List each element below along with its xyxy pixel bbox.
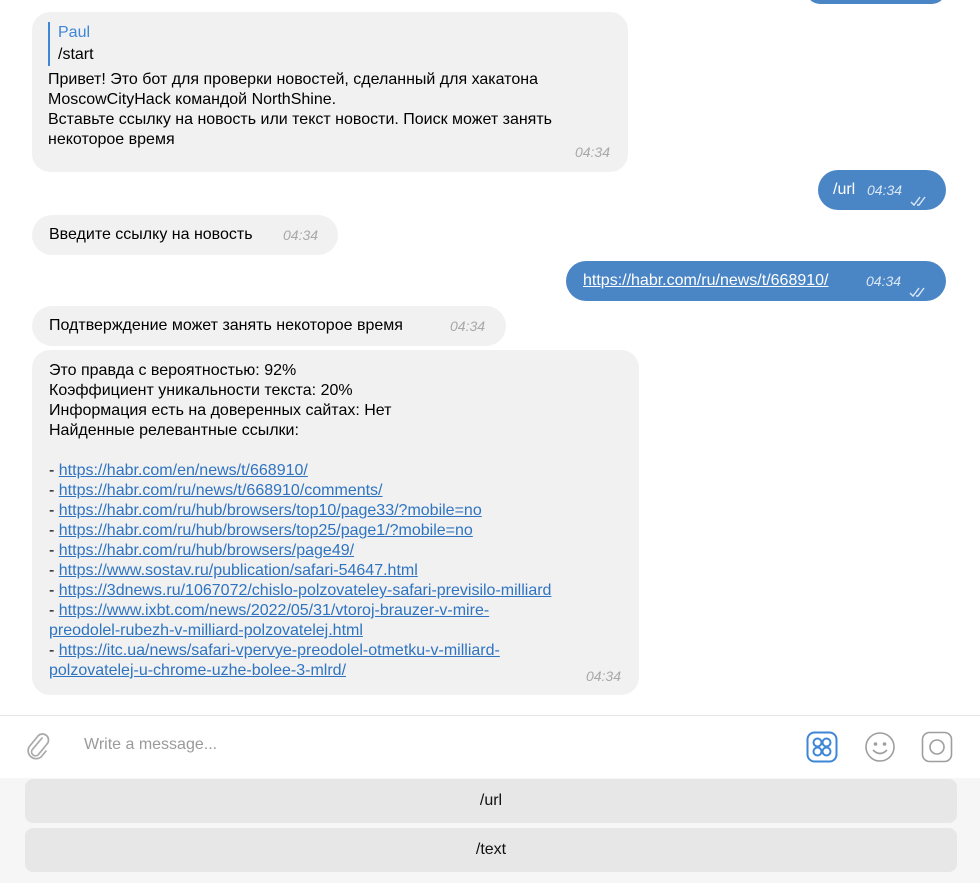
result-link-row: - https://habr.com/ru/hub/browsers/page4… [49, 542, 355, 559]
result-link[interactable]: https://habr.com/ru/hub/browsers/top25/p… [59, 522, 473, 539]
message-line: некоторое время [48, 131, 175, 148]
message-outgoing-partial [806, 0, 946, 4]
paperclip-icon[interactable] [24, 732, 52, 767]
result-link-continued[interactable]: polzovatelej-u-chrome-uzhe-bolee-3-mlrd/ [49, 662, 346, 679]
message-time: 04:34 [283, 227, 319, 243]
message-time: 04:34 [866, 273, 902, 289]
result-link[interactable]: https://www.ixbt.com/news/2022/05/31/vto… [59, 602, 489, 619]
message-text: Подтверждение может занять некоторое вре… [49, 317, 403, 334]
result-link-row: - https://itc.ua/news/safari-vpervye-pre… [49, 642, 500, 659]
result-link[interactable]: https://habr.com/ru/hub/browsers/top10/p… [59, 502, 482, 519]
message-time: 04:34 [450, 318, 486, 334]
keyboard-button-text[interactable]: /text [25, 828, 957, 872]
result-link-row: - https://www.sostav.ru/publication/safa… [49, 562, 418, 579]
result-link-row: - https://habr.com/ru/hub/browsers/top25… [49, 522, 473, 539]
message-time: 04:34 [585, 668, 621, 684]
message-composer: Write a message... [0, 715, 980, 779]
bot-keyboard: /url /text [0, 778, 980, 883]
message-line: Вставьте ссылку на новость или текст нов… [48, 111, 553, 128]
result-link-row: - https://3dnews.ru/1067072/chislo-polzo… [49, 582, 552, 599]
reply-text: /start [58, 46, 94, 63]
message-line: Привет! Это бот для проверки новостей, с… [48, 71, 538, 88]
message-result: Это правда с вероятностью: 92% Коэффицие… [32, 350, 639, 695]
reply-quote[interactable]: Paul /start [48, 22, 612, 66]
message-input[interactable]: Write a message... [84, 736, 217, 754]
result-link-continued[interactable]: preodolel-rubezh-v-milliard-polzovatelej… [49, 622, 363, 639]
result-link-row: - https://habr.com/ru/hub/browsers/top10… [49, 502, 482, 519]
message-line: MoscowCityHack командой NorthShine. [48, 91, 337, 108]
message-text: Введите ссылку на новость [49, 226, 253, 243]
result-line: Это правда с вероятностью: 92% [49, 362, 297, 379]
message-confirm: Подтверждение может занять некоторое вре… [32, 306, 506, 346]
result-link[interactable]: https://habr.com/en/news/t/668910/ [59, 462, 308, 479]
message-outgoing-url-command: /url 04:34 [818, 170, 946, 210]
message-text: /url [833, 181, 856, 198]
camera-icon[interactable] [921, 731, 953, 768]
double-check-icon [910, 183, 928, 223]
result-link-row: polzovatelej-u-chrome-uzhe-bolee-3-mlrd/ [49, 661, 623, 681]
message-start-reply: Paul /start Привет! Это бот для проверки… [32, 12, 628, 172]
message-outgoing-link: https://habr.com/ru/news/t/668910/ 04:34 [566, 261, 946, 301]
message-enter-link: Введите ссылку на новость 04:34 [32, 215, 338, 255]
result-link-row: preodolel-rubezh-v-milliard-polzovatelej… [49, 621, 623, 641]
result-link[interactable]: https://habr.com/ru/news/t/668910/commen… [59, 482, 383, 499]
message-link[interactable]: https://habr.com/ru/news/t/668910/ [583, 261, 828, 301]
result-link-row: - https://habr.com/en/news/t/668910/ [49, 462, 308, 479]
result-link-row: - https://www.ixbt.com/news/2022/05/31/v… [49, 602, 490, 619]
reply-author: Paul [58, 24, 91, 41]
result-link[interactable]: https://www.sostav.ru/publication/safari… [59, 562, 418, 579]
result-link[interactable]: https://3dnews.ru/1067072/chislo-polzova… [59, 582, 552, 599]
result-line: Информация есть на доверенных сайтах: Не… [49, 402, 392, 419]
message-time: 04:34 [574, 144, 610, 160]
keyboard-button-url[interactable]: /url [25, 779, 957, 823]
emoji-icon[interactable] [864, 731, 896, 768]
result-link-row: - https://habr.com/ru/news/t/668910/comm… [49, 482, 383, 499]
result-link[interactable]: https://itc.ua/news/safari-vpervye-preod… [59, 642, 500, 659]
double-check-icon [909, 274, 927, 314]
result-link[interactable]: https://habr.com/ru/hub/browsers/page49/ [59, 542, 354, 559]
result-line: Коэффициент уникальности текста: 20% [49, 382, 353, 399]
bot-commands-icon[interactable] [806, 731, 838, 768]
result-line: Найденные релевантные ссылки: [49, 422, 299, 439]
message-time: 04:34 [867, 182, 903, 198]
chat-history[interactable]: Paul /start Привет! Это бот для проверки… [0, 0, 980, 715]
